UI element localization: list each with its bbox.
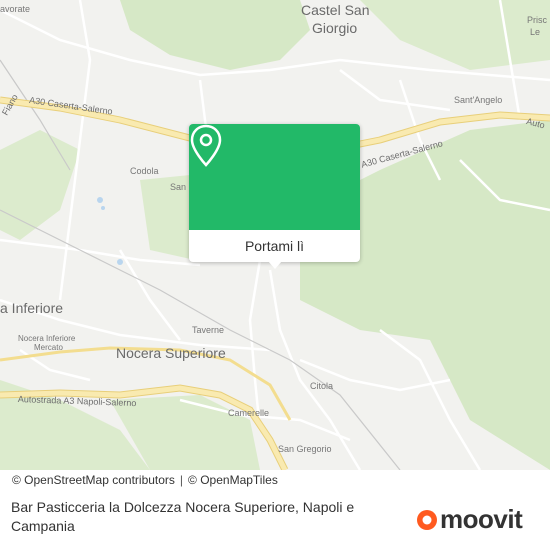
popup-pointer [268,261,282,269]
moovit-wordmark: moovit [440,504,523,534]
popup-header [189,124,360,230]
map-view[interactable]: Castel San Giorgio avorate Sant'Angelo C… [0,0,550,470]
place-label: Nocera Superiore [116,345,226,361]
green-area [140,175,195,260]
green-area [360,0,550,70]
pond [97,197,103,203]
place-label: Prisc [527,15,547,25]
place-label: a Inferiore [0,300,64,316]
place-label: San Gregorio [278,444,332,454]
pond [101,206,105,210]
omt-attribution-link[interactable]: © OpenMapTiles [188,473,278,487]
place-label: Le [530,27,541,37]
location-caption: Bar Pasticceria la Dolcezza Nocera Super… [11,499,355,534]
place-label: San [170,182,187,192]
green-area [0,130,80,240]
pond [117,259,123,265]
place-label: Sant'Angelo [454,95,503,105]
place-label: Citola [310,381,334,391]
map-attribution: © OpenStreetMap contributors | © OpenMap… [0,470,550,490]
place-label: Castel San [301,2,370,18]
place-label: Taverne [192,325,225,335]
place-label: Codola [130,166,159,176]
osm-attribution-link[interactable]: © OpenStreetMap contributors [12,473,175,487]
place-label: avorate [0,4,31,14]
place-label: Mercato [34,343,63,352]
location-popup: Portami lì [189,124,360,269]
moovit-pin-icon [417,509,437,530]
moovit-logo[interactable]: moovit [416,504,523,535]
directions-button[interactable]: Portami lì [189,230,360,262]
attribution-separator: | [179,473,184,487]
location-pin-icon [190,124,222,167]
place-label: Camerelle [228,408,270,418]
green-area [120,0,310,70]
place-label: Nocera Inferiore [18,334,76,343]
place-label: Giorgio [312,20,358,36]
